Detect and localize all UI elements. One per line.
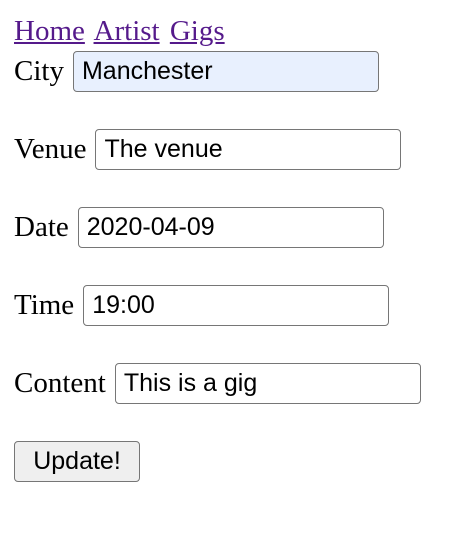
venue-input[interactable] — [95, 128, 402, 170]
update-button[interactable]: Update! — [14, 441, 140, 482]
date-row: Date — [14, 206, 384, 248]
nav-bar: Home Artist Gigs — [14, 14, 228, 48]
nav-link-home[interactable]: Home — [14, 15, 85, 47]
time-row: Time — [14, 284, 390, 326]
date-label: Date — [14, 211, 69, 243]
time-label: Time — [14, 289, 75, 321]
city-row: City — [14, 50, 379, 92]
content-row: Content — [14, 362, 421, 404]
city-label: City — [14, 55, 64, 87]
venue-label: Venue — [14, 133, 87, 165]
content-label: Content — [14, 367, 106, 399]
date-input[interactable] — [77, 206, 384, 248]
venue-row: Venue — [14, 128, 402, 170]
nav-link-gigs[interactable]: Gigs — [170, 15, 225, 47]
nav-link-artist[interactable]: Artist — [94, 15, 160, 47]
content-input[interactable] — [114, 362, 421, 404]
time-input[interactable] — [83, 284, 390, 326]
city-input[interactable] — [72, 50, 379, 92]
